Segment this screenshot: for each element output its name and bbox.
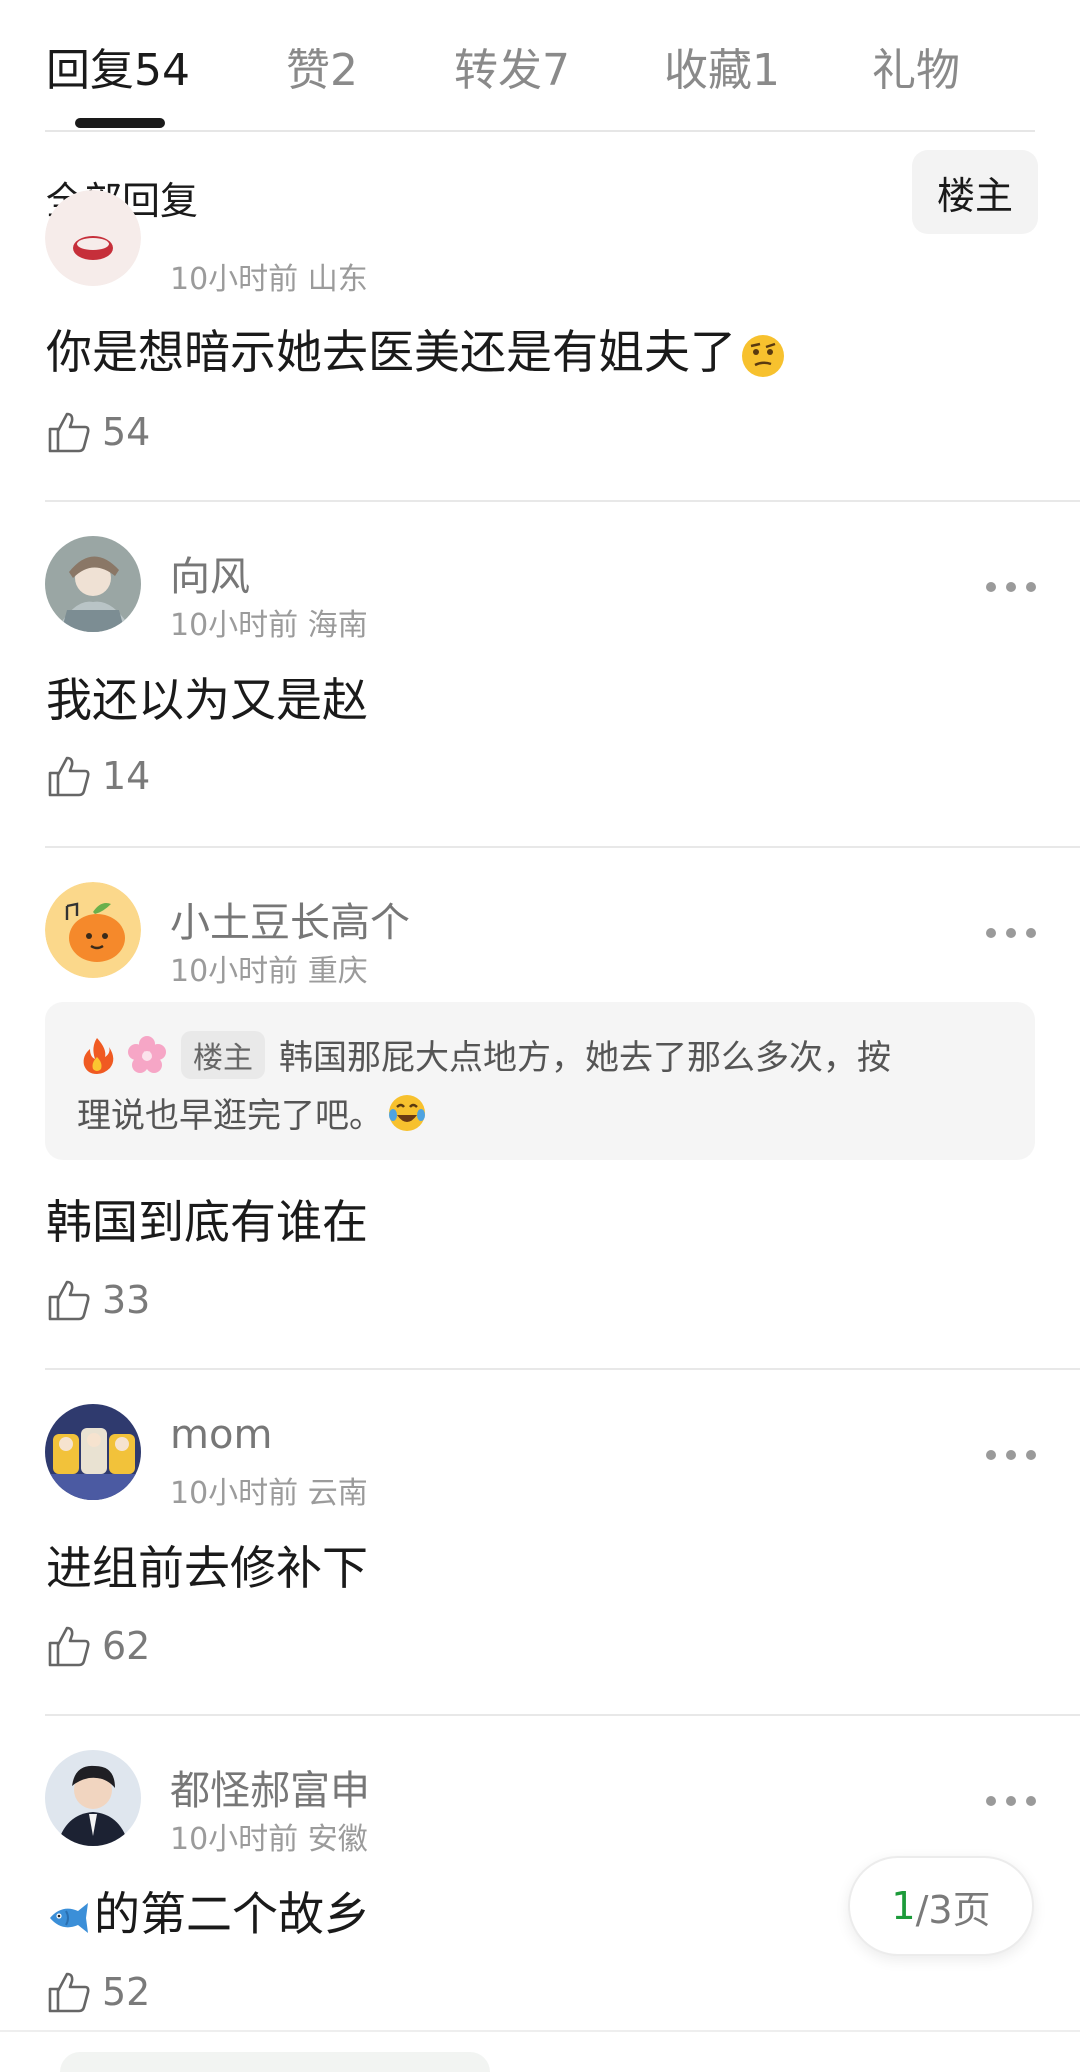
comment-meta: 10小时前 重庆 <box>170 946 368 990</box>
tab-favorites[interactable]: 收藏1 <box>664 34 780 98</box>
op-badge: 楼主 <box>181 1030 265 1079</box>
like-count: 52 <box>102 1970 151 2014</box>
like-count: 33 <box>102 1278 151 1322</box>
comment-content[interactable]: 韩国到底有谁在 <box>46 1186 368 1252</box>
more-options-icon[interactable] <box>986 572 1036 602</box>
tab-replies[interactable]: 回复54 <box>46 34 190 98</box>
comment-content[interactable]: 进组前去修补下 <box>46 1532 368 1598</box>
like-count: 62 <box>102 1624 151 1668</box>
tab-count: 2 <box>330 45 358 96</box>
like-button[interactable]: 33 <box>46 1274 150 1326</box>
username[interactable]: 小土豆长高个 <box>170 890 410 948</box>
tab-bar: 回复54 赞2 转发7 收藏1 礼物 <box>0 0 1080 132</box>
comment-divider <box>0 2030 1080 2032</box>
tab-likes[interactable]: 赞2 <box>286 34 358 98</box>
thinking-face-icon <box>742 334 784 377</box>
comment-location: 山东 <box>307 262 368 297</box>
cherry-blossom-icon <box>128 1035 166 1073</box>
tab-label: 转发 <box>454 45 542 96</box>
tabs-divider <box>45 130 1035 132</box>
like-button[interactable]: 54 <box>46 406 150 458</box>
comment-location: 重庆 <box>307 954 368 989</box>
laughing-tears-icon <box>389 1094 425 1131</box>
comment-time: 10小时前 <box>170 1822 299 1857</box>
username[interactable]: mom <box>170 1412 272 1458</box>
avatar[interactable] <box>45 882 141 978</box>
comment-location: 安徽 <box>307 1822 368 1857</box>
tab-label: 礼物 <box>872 45 960 96</box>
thumbs-up-icon <box>48 1972 90 2013</box>
username[interactable]: 向风 <box>170 544 250 602</box>
tab-label: 收藏 <box>664 45 752 96</box>
reply-input-pill[interactable] <box>60 2052 490 2072</box>
tab-label: 回复 <box>46 45 134 96</box>
page-indicator[interactable]: 1/3页 <box>848 1856 1034 1956</box>
more-options-icon[interactable] <box>986 1440 1036 1470</box>
avatar[interactable] <box>45 536 141 632</box>
comment-location: 海南 <box>307 608 368 643</box>
fish-icon <box>50 1902 88 1933</box>
like-button[interactable]: 62 <box>46 1620 150 1672</box>
thumbs-up-icon <box>48 412 90 453</box>
tab-count: 54 <box>134 45 190 96</box>
tab-gifts[interactable]: 礼物 <box>872 34 960 98</box>
avatar[interactable] <box>45 1404 141 1500</box>
fire-icon <box>83 1037 114 1074</box>
avatar[interactable] <box>45 1750 141 1846</box>
comment-time: 10小时前 <box>170 262 299 297</box>
comment-meta: 10小时前 安徽 <box>170 1814 368 1858</box>
comment-location: 云南 <box>307 1476 368 1511</box>
filter-bar: 全部回复 楼主 <box>0 150 1080 236</box>
active-tab-indicator <box>75 118 165 128</box>
tab-reposts[interactable]: 转发7 <box>454 34 570 98</box>
comment-divider <box>45 1714 1080 1716</box>
comment-content[interactable]: 你是想暗示她去医美还是有姐夫了 <box>46 316 786 382</box>
quote-text-line-2: 理说也早逛完了吧。 <box>77 1096 383 1136</box>
comment-content[interactable]: 的第二个故乡 <box>46 1878 370 1944</box>
comment-divider <box>45 1368 1080 1370</box>
more-options-icon[interactable] <box>986 1786 1036 1816</box>
comment-meta: 10小时前 云南 <box>170 1468 368 1512</box>
tab-label: 赞 <box>286 45 330 96</box>
comment-text: 的第二个故乡 <box>94 1887 370 1941</box>
quote-line-2: 理说也早逛完了吧。 <box>77 1088 437 1137</box>
comment-divider <box>45 500 1080 502</box>
current-page: 1 <box>891 1884 916 1928</box>
like-button[interactable]: 52 <box>46 1966 150 2018</box>
more-options-icon[interactable] <box>986 918 1036 948</box>
quote-line-1: 楼主 韩国那屁大点地方，她去了那么多次，按 <box>77 1030 891 1079</box>
comment-divider <box>45 846 1080 848</box>
comment-time: 10小时前 <box>170 608 299 643</box>
comment-content[interactable]: 我还以为又是赵 <box>46 664 368 730</box>
quoted-reply[interactable]: 楼主 韩国那屁大点地方，她去了那么多次，按 理说也早逛完了吧。 <box>45 1002 1035 1160</box>
tab-count: 1 <box>752 45 780 96</box>
comment-meta: 10小时前 海南 <box>170 600 368 644</box>
tab-count: 7 <box>542 45 570 96</box>
quote-text-line-1: 韩国那屁大点地方，她去了那么多次，按 <box>279 1038 891 1078</box>
thumbs-up-icon <box>48 1280 90 1321</box>
comment-time: 10小时前 <box>170 1476 299 1511</box>
comment-text: 你是想暗示她去医美还是有姐夫了 <box>46 325 736 379</box>
comment-meta: 10小时前 山东 <box>170 254 368 298</box>
thumbs-up-icon <box>48 1626 90 1667</box>
comment-time: 10小时前 <box>170 954 299 989</box>
avatar[interactable] <box>45 190 141 286</box>
username[interactable]: 都怪郝富申 <box>170 1758 370 1816</box>
thumbs-up-icon <box>48 756 90 797</box>
op-only-button[interactable]: 楼主 <box>912 150 1038 234</box>
like-button[interactable]: 14 <box>46 750 150 802</box>
total-pages: /3页 <box>915 1887 991 1932</box>
like-count: 54 <box>102 410 151 454</box>
like-count: 14 <box>102 754 151 798</box>
